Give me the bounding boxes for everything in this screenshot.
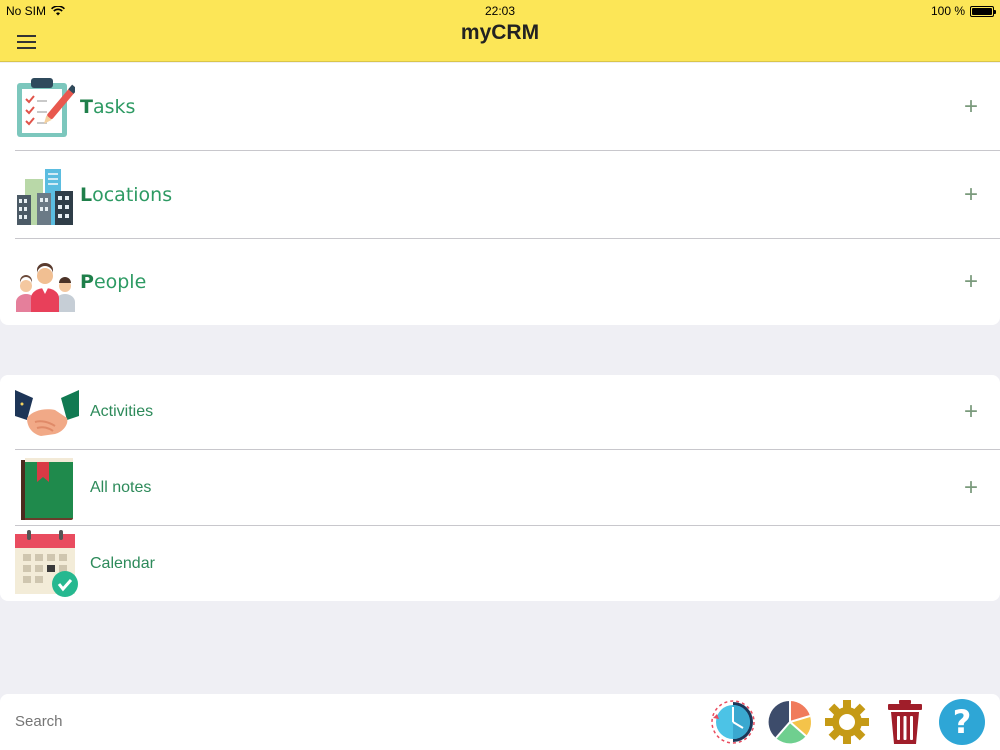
row-locations-label: Locations (80, 183, 173, 206)
settings-gear-icon[interactable] (823, 698, 871, 746)
buildings-icon (17, 168, 73, 225)
add-person-button[interactable]: + (964, 270, 978, 294)
row-all-notes-label: All notes (90, 478, 152, 496)
row-activities[interactable]: Activities + (15, 375, 1000, 450)
row-tasks[interactable]: Tasks + (15, 63, 1000, 151)
row-calendar-label: Calendar (90, 554, 155, 572)
handshake-icon (15, 390, 79, 436)
row-people[interactable]: People + (15, 239, 1000, 325)
search-input[interactable] (15, 713, 315, 730)
status-battery: 100 % (930, 4, 996, 18)
add-location-button[interactable]: + (964, 182, 978, 207)
add-activity-button[interactable]: + (964, 400, 978, 424)
history-clock-icon[interactable] (709, 698, 757, 746)
calendar-check-icon (15, 529, 78, 597)
row-all-notes[interactable]: All notes + (15, 450, 1000, 526)
add-note-button[interactable]: + (964, 475, 978, 500)
row-activities-label: Activities (90, 403, 154, 420)
battery-icon (970, 5, 996, 17)
page-title: myCRM (460, 21, 540, 44)
help-icon[interactable]: ? (938, 698, 986, 746)
navigation-bar: No SIM 22:03 100 % myCRM (0, 0, 1000, 62)
row-tasks-label: Tasks (80, 95, 136, 118)
add-task-button[interactable]: + (964, 94, 978, 119)
row-people-label: People (80, 271, 147, 293)
notebook-icon (21, 457, 73, 520)
status-time: 22:03 (484, 4, 516, 18)
bottom-toolbar: ? (0, 694, 1000, 750)
trash-icon[interactable] (881, 698, 929, 746)
row-calendar[interactable]: Calendar (15, 526, 1000, 601)
secondary-group: Activities + All notes + Calendar (0, 375, 1000, 601)
pie-chart-icon[interactable] (766, 698, 814, 746)
svg-text:?: ? (953, 703, 972, 741)
battery-label: 100 % (930, 4, 965, 18)
main-entities-group: Tasks + Locations + People + (0, 63, 1000, 325)
clipboard-tasks-icon (17, 77, 75, 137)
row-locations[interactable]: Locations + (15, 151, 1000, 239)
people-icon (16, 263, 75, 312)
